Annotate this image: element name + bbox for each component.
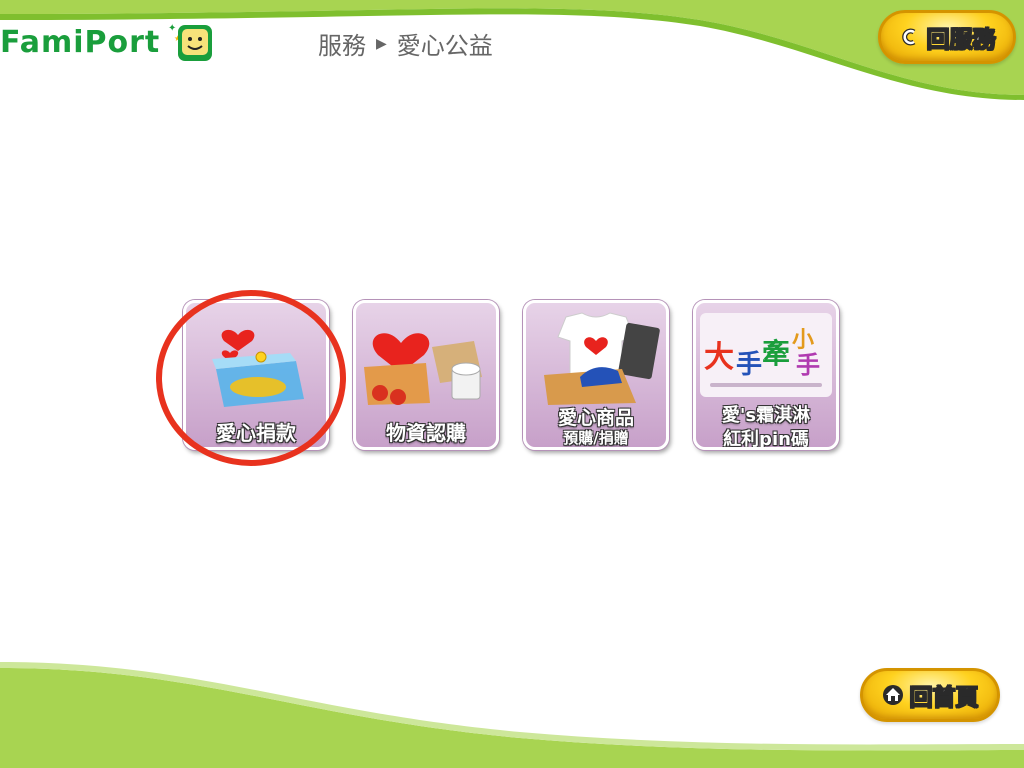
home-icon: [882, 684, 904, 706]
tile-goods-label: 愛心商品: [557, 407, 634, 429]
service-tiles: 愛心捐款 物資認購 愛心商品 預購/捐贈 大 手 牽 小 手 愛's霜淇淋 紅利…: [183, 300, 839, 450]
chevron-right-icon: ▶: [376, 35, 387, 52]
donation-box-icon: [212, 329, 304, 407]
tile-goods-sublabel: 預購/捐贈: [563, 429, 629, 447]
tile-icecream[interactable]: 大 手 牽 小 手 愛's霜淇淋 紅利pin碼: [693, 300, 839, 450]
home-button[interactable]: 回首頁: [860, 668, 1000, 722]
charity-goods-icon: [544, 312, 660, 405]
tile-icecream-sublabel: 紅利pin碼: [723, 429, 809, 450]
svg-text:✦: ✦: [168, 23, 176, 34]
home-label: 回首頁: [909, 685, 979, 712]
breadcrumb: 服務 ▶ 愛心公益: [318, 26, 493, 61]
supplies-box-icon: [364, 333, 482, 405]
smiley-phone-icon: ✦ ★: [168, 23, 213, 61]
tile-icecream-label: 愛's霜淇淋: [721, 405, 811, 426]
tile-donation[interactable]: 愛心捐款: [183, 300, 329, 450]
svg-text:大: 大: [704, 340, 734, 375]
big-hand-small-hand-logo: 大 手 牽 小 手: [700, 313, 832, 397]
back-arrow-icon: [899, 26, 921, 48]
logo-text: FamiPort: [0, 24, 161, 60]
breadcrumb-charity: 愛心公益: [396, 32, 493, 60]
tile-supplies-label: 物資認購: [386, 421, 466, 445]
tile-donation-label: 愛心捐款: [216, 421, 296, 445]
tile-supplies[interactable]: 物資認購: [353, 300, 499, 450]
tile-goods[interactable]: 愛心商品 預購/捐贈: [523, 300, 669, 450]
back-to-services-label: 回服務: [926, 27, 996, 54]
svg-text:牽: 牽: [762, 337, 790, 370]
breadcrumb-services: 服務: [318, 32, 366, 60]
famiport-logo: FamiPort ✦ ★: [0, 18, 214, 66]
svg-text:手: 手: [736, 350, 762, 380]
svg-text:小: 小: [792, 328, 814, 353]
svg-text:手: 手: [796, 351, 820, 379]
back-to-services-button[interactable]: 回服務: [878, 10, 1016, 64]
